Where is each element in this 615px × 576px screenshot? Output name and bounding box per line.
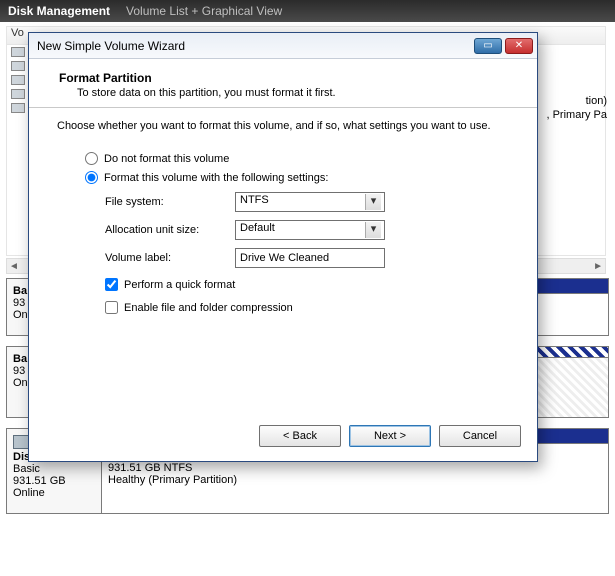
main-pane: Vo ◄► tion) , Primary Pa Ba 93 On Ba 93 … — [0, 22, 615, 576]
section-title: Format Partition — [49, 71, 517, 85]
radio-noformat-row[interactable]: Do not format this volume — [85, 152, 517, 165]
volume-label-row: Volume label: — [105, 248, 517, 268]
radio-format[interactable] — [85, 171, 98, 184]
dialog-body: Format Partition To store data on this p… — [29, 59, 537, 326]
radio-format-label: Format this volume with the following se… — [104, 172, 328, 184]
app-title: Disk Management — [8, 4, 110, 18]
app-header: Disk Management Volume List + Graphical … — [0, 0, 615, 22]
compression-row[interactable]: Enable file and folder compression — [105, 301, 517, 314]
radio-noformat-label: Do not format this volume — [104, 153, 229, 165]
compression-checkbox[interactable] — [105, 301, 118, 314]
allocation-select[interactable]: Default — [235, 220, 385, 240]
cancel-button[interactable]: Cancel — [439, 425, 521, 447]
volume-icon — [11, 75, 25, 85]
instruction-text: Choose whether you want to format this v… — [49, 120, 517, 146]
disk-status: Online — [13, 487, 95, 499]
volume-label-label: Volume label: — [105, 252, 235, 264]
volume-icon — [11, 47, 25, 57]
compression-label: Enable file and folder compression — [124, 302, 293, 314]
dialog-button-row: < Back Next > Cancel — [259, 425, 521, 447]
volume-icon — [11, 89, 25, 99]
partition-size-fs: 931.51 GB NTFS — [108, 462, 602, 474]
wizard-dialog: New Simple Volume Wizard ▭ ✕ Format Part… — [28, 32, 538, 462]
filesystem-row: File system: NTFS — [105, 192, 517, 212]
volume-icon — [11, 61, 25, 71]
volume-icon — [11, 103, 25, 113]
maximize-button[interactable]: ▭ — [474, 38, 502, 54]
disk-size: 931.51 GB — [13, 475, 95, 487]
quick-format-label: Perform a quick format — [124, 279, 235, 291]
dialog-title: New Simple Volume Wizard — [37, 39, 185, 53]
divider — [29, 107, 537, 108]
radio-noformat[interactable] — [85, 152, 98, 165]
disk-type: Basic — [13, 463, 95, 475]
quick-format-row[interactable]: Perform a quick format — [105, 278, 517, 291]
dialog-titlebar[interactable]: New Simple Volume Wizard ▭ ✕ — [29, 33, 537, 59]
allocation-label: Allocation unit size: — [105, 224, 235, 236]
filesystem-select[interactable]: NTFS — [235, 192, 385, 212]
quick-format-checkbox[interactable] — [105, 278, 118, 291]
radio-format-row[interactable]: Format this volume with the following se… — [85, 171, 517, 184]
filesystem-label: File system: — [105, 196, 235, 208]
partition-health: Healthy (Primary Partition) — [108, 474, 602, 486]
section-subtitle: To store data on this partition, you mus… — [49, 87, 517, 99]
background-truncated-text: tion) , Primary Pa — [546, 94, 607, 122]
scroll-left-icon[interactable]: ◄ — [7, 261, 21, 272]
scroll-right-icon[interactable]: ► — [591, 261, 605, 272]
close-button[interactable]: ✕ — [505, 38, 533, 54]
back-button[interactable]: < Back — [259, 425, 341, 447]
next-button[interactable]: Next > — [349, 425, 431, 447]
app-subtitle: Volume List + Graphical View — [126, 4, 282, 18]
allocation-row: Allocation unit size: Default — [105, 220, 517, 240]
volume-label-input[interactable] — [235, 248, 385, 268]
